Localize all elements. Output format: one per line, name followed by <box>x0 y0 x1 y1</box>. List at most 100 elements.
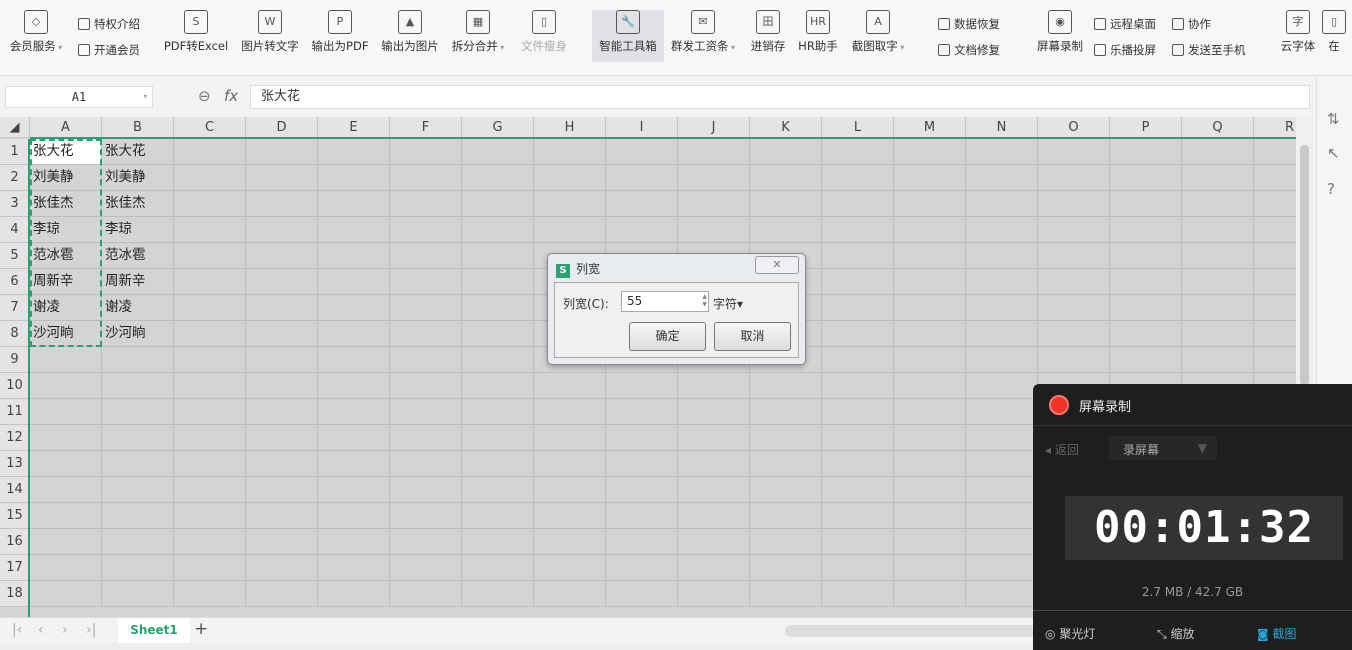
cell-C11[interactable] <box>174 399 246 425</box>
cell-C8[interactable] <box>174 321 246 347</box>
spotlight-button[interactable]: ◎ 聚光灯 <box>1045 625 1095 642</box>
cell-J2[interactable] <box>678 165 750 191</box>
cell-G18[interactable] <box>462 581 534 607</box>
cell-I14[interactable] <box>606 477 678 503</box>
ribbon-button-7[interactable]: 🔧 智能工具箱 <box>592 10 664 62</box>
cell-Q3[interactable] <box>1182 191 1254 217</box>
help-icon[interactable]: ? <box>1327 180 1335 198</box>
cell-K18[interactable] <box>750 581 822 607</box>
cell-H10[interactable] <box>534 373 606 399</box>
cell-E17[interactable] <box>318 555 390 581</box>
cell-E9[interactable] <box>318 347 390 373</box>
cell-C14[interactable] <box>174 477 246 503</box>
cell-J4[interactable] <box>678 217 750 243</box>
cell-E11[interactable] <box>318 399 390 425</box>
cell-F10[interactable] <box>390 373 462 399</box>
screenshot-button[interactable]: ◙ 截图 <box>1257 625 1297 642</box>
ribbon-button-5[interactable]: ▦ 拆分合并 ▾ <box>442 10 514 54</box>
cell-L11[interactable] <box>822 399 894 425</box>
cell-L18[interactable] <box>822 581 894 607</box>
cell-K15[interactable] <box>750 503 822 529</box>
cell-F15[interactable] <box>390 503 462 529</box>
cell-L5[interactable] <box>822 243 894 269</box>
cell-M4[interactable] <box>894 217 966 243</box>
cell-D3[interactable] <box>246 191 318 217</box>
cell-D14[interactable] <box>246 477 318 503</box>
cell-J13[interactable] <box>678 451 750 477</box>
cell-J14[interactable] <box>678 477 750 503</box>
cell-Q8[interactable] <box>1182 321 1254 347</box>
row-header-16[interactable]: 16 <box>0 529 30 555</box>
cell-L17[interactable] <box>822 555 894 581</box>
column-header-C[interactable]: C <box>174 117 246 138</box>
cell-N18[interactable] <box>966 581 1038 607</box>
cell-G8[interactable] <box>462 321 534 347</box>
cell-H18[interactable] <box>534 581 606 607</box>
column-header-H[interactable]: H <box>534 117 606 138</box>
cell-G3[interactable] <box>462 191 534 217</box>
cell-B2[interactable]: 刘美静 <box>102 165 174 191</box>
cell-M1[interactable] <box>894 139 966 165</box>
cell-A14[interactable] <box>30 477 102 503</box>
cell-E12[interactable] <box>318 425 390 451</box>
cell-R7[interactable] <box>1254 295 1296 321</box>
ribbon-button-4[interactable]: ▲ 输出为图片 <box>374 10 446 54</box>
cell-G11[interactable] <box>462 399 534 425</box>
cell-G16[interactable] <box>462 529 534 555</box>
cell-B15[interactable] <box>102 503 174 529</box>
cell-R1[interactable] <box>1254 139 1296 165</box>
cell-M3[interactable] <box>894 191 966 217</box>
cell-L4[interactable] <box>822 217 894 243</box>
cell-H4[interactable] <box>534 217 606 243</box>
cell-F2[interactable] <box>390 165 462 191</box>
cell-F1[interactable] <box>390 139 462 165</box>
ribbon-small-button-1[interactable]: 开通会员 <box>78 42 140 58</box>
row-header-10[interactable]: 10 <box>0 373 30 399</box>
cell-K11[interactable] <box>750 399 822 425</box>
cell-A10[interactable] <box>30 373 102 399</box>
ribbon-small-button-0[interactable]: 特权介绍 <box>78 16 140 32</box>
cell-Q1[interactable] <box>1182 139 1254 165</box>
cell-D9[interactable] <box>246 347 318 373</box>
cell-N2[interactable] <box>966 165 1038 191</box>
cell-E13[interactable] <box>318 451 390 477</box>
row-header-3[interactable]: 3 <box>0 191 30 217</box>
cell-M11[interactable] <box>894 399 966 425</box>
cell-N15[interactable] <box>966 503 1038 529</box>
cell-N8[interactable] <box>966 321 1038 347</box>
fx-icon[interactable]: fx <box>224 87 238 105</box>
cell-L1[interactable] <box>822 139 894 165</box>
row-header-9[interactable]: 9 <box>0 347 30 373</box>
cell-M17[interactable] <box>894 555 966 581</box>
cell-R5[interactable] <box>1254 243 1296 269</box>
cell-C16[interactable] <box>174 529 246 555</box>
cell-N3[interactable] <box>966 191 1038 217</box>
cell-C4[interactable] <box>174 217 246 243</box>
cell-B17[interactable] <box>102 555 174 581</box>
cell-E8[interactable] <box>318 321 390 347</box>
cell-E6[interactable] <box>318 269 390 295</box>
cell-G15[interactable] <box>462 503 534 529</box>
cell-E1[interactable] <box>318 139 390 165</box>
cell-E3[interactable] <box>318 191 390 217</box>
cell-D13[interactable] <box>246 451 318 477</box>
cell-M16[interactable] <box>894 529 966 555</box>
back-button[interactable]: ◂ 返回 <box>1045 441 1079 458</box>
cell-R4[interactable] <box>1254 217 1296 243</box>
cell-E2[interactable] <box>318 165 390 191</box>
ribbon-button-2[interactable]: W 图片转文字 <box>234 10 306 54</box>
cell-K3[interactable] <box>750 191 822 217</box>
cell-R8[interactable] <box>1254 321 1296 347</box>
cell-J17[interactable] <box>678 555 750 581</box>
cell-N7[interactable] <box>966 295 1038 321</box>
row-header-12[interactable]: 12 <box>0 425 30 451</box>
cell-C6[interactable] <box>174 269 246 295</box>
cell-L10[interactable] <box>822 373 894 399</box>
cell-G12[interactable] <box>462 425 534 451</box>
cell-L2[interactable] <box>822 165 894 191</box>
cell-B13[interactable] <box>102 451 174 477</box>
cell-C2[interactable] <box>174 165 246 191</box>
cell-B4[interactable]: 李琼 <box>102 217 174 243</box>
cell-Q2[interactable] <box>1182 165 1254 191</box>
column-header-N[interactable]: N <box>966 117 1038 138</box>
